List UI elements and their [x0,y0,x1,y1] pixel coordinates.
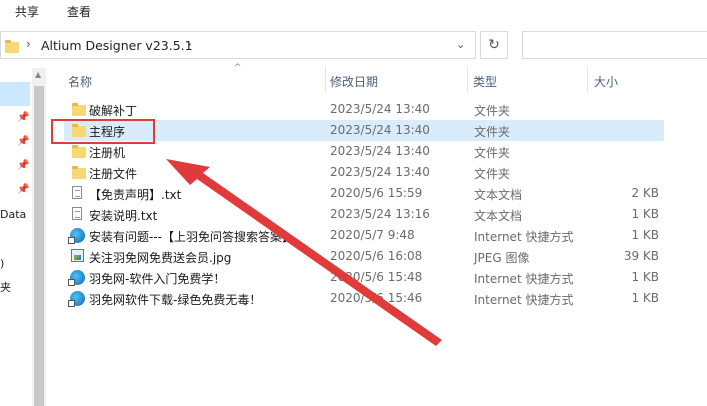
pin-icon[interactable]: 📌 [17,160,29,171]
file-size: 39 KB [623,249,659,263]
file-modified-date: 2020/5/6 15:48 [330,270,423,284]
pin-icon[interactable]: 📌 [17,136,29,147]
sort-caret-icon: ^ [234,63,242,73]
folder-icon [5,40,19,53]
column-divider[interactable] [587,66,588,92]
folder-icon [72,145,86,158]
nav-selected-item[interactable] [0,82,30,106]
file-size: 2 KB [631,186,659,200]
internet-shortcut-icon [68,228,85,244]
breadcrumb-chevron-icon[interactable]: › [187,37,192,51]
file-type: 文件夹 [474,125,511,139]
file-size: 1 KB [631,207,659,221]
file-type: 文本文档 [474,209,523,223]
column-type[interactable]: 类型 [473,73,497,90]
file-type: Internet 快捷方式 [474,293,574,307]
file-size: 1 KB [631,228,659,242]
file-name[interactable]: 注册文件 [89,165,137,182]
file-row[interactable]: 安装说明.txt 2023/5/24 13:16 文本文档 1 KB [64,204,664,225]
file-row[interactable]: 羽免网-软件入门免费学！ 2020/5/6 15:48 Internet 快捷方式 1… [64,267,664,288]
column-size[interactable]: 大小 [594,73,618,90]
file-modified-date: 2020/5/6 15:46 [330,291,423,305]
file-name[interactable]: 注册机 [89,144,125,161]
file-modified-date: 2020/5/6 15:59 [330,186,423,200]
file-modified-date: 2020/5/7 9:48 [330,228,415,242]
nav-scrollbar-thumb[interactable] [34,86,44,406]
file-row[interactable]: 注册文件 2023/5/24 13:40 文件夹 [64,162,664,183]
file-type: Internet 快捷方式 [474,230,574,244]
text-file-icon [72,186,82,199]
breadcrumb-current-folder[interactable]: Altium Designer v23.5.1 [41,38,193,53]
file-size: 1 KB [631,291,659,305]
file-name[interactable]: 关注羽免网免费送会员.jpg [89,249,231,266]
column-date[interactable]: 修改日期 [330,73,378,90]
breadcrumb-separator[interactable]: › [26,37,31,51]
search-input[interactable] [522,31,707,59]
file-modified-date: 2023/5/24 13:40 [330,165,430,179]
file-name[interactable]: 安装有问题---【上羽免问答搜索答案】 [89,228,294,245]
file-name[interactable]: 破解补丁 [89,102,137,119]
nav-item-folder[interactable]: 夹 [0,279,11,295]
file-modified-date: 2020/5/6 16:08 [330,249,423,263]
pin-icon[interactable]: 📌 [17,184,29,195]
file-type: 文件夹 [474,167,511,181]
nav-item-data[interactable]: Data [0,208,26,221]
file-name[interactable]: 安装说明.txt [89,207,157,224]
pin-icon[interactable]: 📌 [17,112,29,123]
folder-icon [72,166,86,179]
ribbon-tab-view[interactable]: 查看 [67,3,91,20]
file-modified-date: 2023/5/24 13:40 [330,144,430,158]
annotation-highlight-box [51,119,155,144]
ribbon-tab-share[interactable]: 共享 [15,3,39,20]
internet-shortcut-icon [68,291,85,307]
file-type: Internet 快捷方式 [474,272,574,286]
file-type: JPEG 图像 [474,251,530,265]
column-divider[interactable] [325,66,326,92]
scroll-up-icon[interactable]: ▲ [35,70,41,79]
address-row: › Altium Designer v23.5.1 › ⌄ ↻ [0,28,707,64]
file-type: 文件夹 [474,146,511,160]
address-bar[interactable]: › Altium Designer v23.5.1 › ⌄ [0,31,476,59]
file-modified-date: 2023/5/24 13:16 [330,207,430,221]
column-header: ^ 名称 修改日期 类型 大小 [46,63,707,92]
file-name[interactable]: 羽免网软件下载-绿色免费无毒！ [89,291,261,308]
internet-shortcut-icon [68,270,85,286]
file-row[interactable]: 羽免网软件下载-绿色免费无毒！ 2020/5/6 15:46 Internet 快捷… [64,288,664,309]
folder-icon [72,103,86,116]
file-name[interactable]: 羽免网-软件入门免费学！ [89,270,225,287]
file-row[interactable]: 注册机 2023/5/24 13:40 文件夹 [64,141,664,162]
file-row[interactable]: 关注羽免网免费送会员.jpg 2020/5/6 16:08 JPEG 图像 39 KB [64,246,664,267]
file-row[interactable]: 安装有问题---【上羽免问答搜索答案】 2020/5/7 9:48 Internet… [64,225,664,246]
file-row[interactable]: 【免责声明】.txt 2020/5/6 15:59 文本文档 2 KB [64,183,664,204]
ribbon: 共享 查看 [0,0,707,22]
chevron-down-icon[interactable]: ⌄ [456,38,465,51]
file-name[interactable]: 【免责声明】.txt [89,186,181,203]
file-modified-date: 2023/5/24 13:40 [330,102,430,116]
file-row[interactable]: 破解补丁 2023/5/24 13:40 文件夹 [64,99,664,120]
column-name[interactable]: 名称 [68,73,92,90]
file-modified-date: 2023/5/24 13:40 [330,123,430,137]
file-type: 文件夹 [474,104,511,118]
file-type: 文本文档 [474,188,523,202]
file-size: 1 KB [631,270,659,284]
refresh-button[interactable]: ↻ [480,31,508,59]
nav-item-partial[interactable]: ) [0,257,4,270]
text-file-icon [72,207,82,220]
jpeg-image-icon [71,249,84,262]
column-divider[interactable] [467,66,468,92]
